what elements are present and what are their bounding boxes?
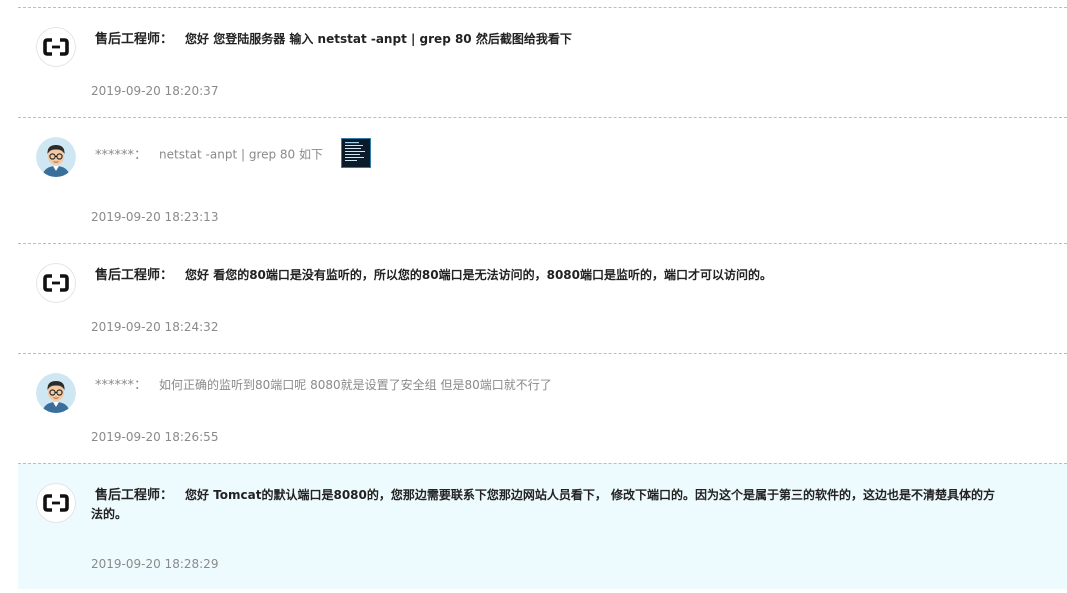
message-item: ******： 如何正确的监听到80端口呢 8080就是设置了安全组 但是80端口… [18, 353, 1067, 463]
sender-name: 售后工程师： [95, 32, 174, 47]
message-timestamp: 2019-09-20 18:26:55 [91, 430, 219, 444]
message-timestamp: 2019-09-20 18:23:13 [91, 210, 219, 224]
sender-name: ******： [95, 378, 148, 393]
message-text: 售后工程师： 您好 Tomcat的默认端口是8080的，您那边需要联系下您那边网站… [91, 486, 997, 524]
aliyun-logo-icon [36, 263, 76, 303]
aliyun-logo-icon [36, 483, 76, 523]
message-timestamp: 2019-09-20 18:28:29 [91, 557, 219, 571]
message-text: 售后工程师： 您好 您登陆服务器 输入 netstat -anpt | grep … [95, 30, 997, 49]
sender-name: 售后工程师： [95, 268, 174, 283]
message-timestamp: 2019-09-20 18:20:37 [91, 84, 219, 98]
message-text: 售后工程师： 您好 看您的80端口是没有监听的，所以您的80端口是无法访问的，80… [95, 266, 997, 285]
message-item-highlighted: 售后工程师： 您好 Tomcat的默认端口是8080的，您那边需要联系下您那边网站… [18, 463, 1067, 589]
user-avatar-icon [36, 373, 76, 413]
user-avatar-icon [36, 137, 76, 177]
screenshot-thumbnail-icon[interactable] [341, 138, 372, 168]
sender-name: 售后工程师： [95, 488, 174, 503]
message-timestamp: 2019-09-20 18:24:32 [91, 320, 219, 334]
message-content: 您好 您登陆服务器 输入 netstat -anpt | grep 80 然后截… [185, 32, 572, 46]
message-text: ******： 如何正确的监听到80端口呢 8080就是设置了安全组 但是80端口… [95, 376, 997, 395]
message-content: 您好 看您的80端口是没有监听的，所以您的80端口是无法访问的，8080端口是监… [185, 268, 772, 282]
sender-name: ******： [95, 147, 148, 163]
ticket-conversation: 售后工程师： 您好 您登陆服务器 输入 netstat -anpt | grep … [18, 7, 1067, 589]
message-text: ******： netstat -anpt | grep 80 如下 [95, 138, 997, 170]
message-content: 如何正确的监听到80端口呢 8080就是设置了安全组 但是80端口就不行了 [159, 378, 552, 392]
message-item: 售后工程师： 您好 看您的80端口是没有监听的，所以您的80端口是无法访问的，80… [18, 243, 1067, 353]
message-content: netstat -anpt | grep 80 如下 [159, 147, 324, 162]
message-content: 您好 Tomcat的默认端口是8080的，您那边需要联系下您那边网站人员看下， … [91, 488, 996, 521]
message-item: 售后工程师： 您好 您登陆服务器 输入 netstat -anpt | grep … [18, 7, 1067, 117]
aliyun-logo-icon [36, 27, 76, 67]
message-item: ******： netstat -anpt | grep 80 如下 2019-0… [18, 117, 1067, 243]
